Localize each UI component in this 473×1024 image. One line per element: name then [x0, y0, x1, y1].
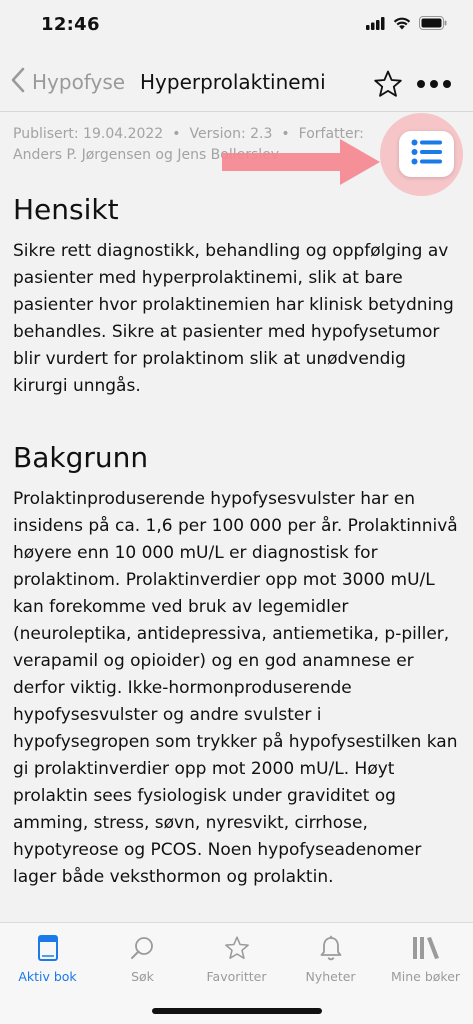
- tab-mine-boker[interactable]: Mine bøker: [378, 933, 473, 984]
- cellular-signal-icon: [366, 15, 385, 34]
- published-date: Publisert: 19.04.2022: [13, 126, 164, 142]
- more-button[interactable]: [417, 80, 451, 88]
- status-icons: [366, 15, 447, 34]
- bell-icon: [283, 933, 378, 963]
- arrow-annotation-icon: [222, 137, 382, 191]
- back-label: Hypofyse: [32, 70, 126, 94]
- section-bakgrunn: Bakgrunn Prolaktinproduserende hypofyses…: [13, 438, 461, 891]
- section-heading: Hensikt: [13, 193, 119, 226]
- table-of-contents-button[interactable]: [399, 131, 454, 177]
- section-text: Sikre rett diagnostikk, behandling og op…: [13, 241, 454, 396]
- tab-label: Mine bøker: [390, 969, 461, 984]
- tab-label: Aktiv bok: [18, 969, 77, 984]
- star-icon: [373, 70, 403, 103]
- tab-nyheter[interactable]: Nyheter: [283, 933, 378, 984]
- article-content: Hensikt Sikre rett diagnostikk, behandli…: [13, 190, 461, 891]
- tab-label: Søk: [131, 969, 154, 984]
- section-text: Prolaktinproduserende hypofysesvulster h…: [13, 489, 458, 887]
- more-dot-icon: [443, 80, 451, 88]
- more-dot-icon: [430, 80, 438, 88]
- tab-favoritter[interactable]: Favoritter: [189, 933, 284, 984]
- more-dot-icon: [417, 80, 425, 88]
- book-icon: [0, 933, 95, 963]
- favorite-button[interactable]: [373, 69, 403, 103]
- tab-aktiv-bok[interactable]: Aktiv bok: [0, 933, 95, 984]
- status-bar: 12:46: [0, 0, 473, 52]
- star-icon: [189, 933, 284, 963]
- list-icon: [411, 139, 443, 169]
- tab-sok[interactable]: Søk: [95, 933, 190, 984]
- battery-icon: [419, 15, 447, 34]
- section-heading: Bakgrunn: [13, 441, 149, 474]
- navigation-bar: Hypofyse Hyperprolaktinemi: [0, 52, 473, 112]
- search-icon: [95, 933, 190, 963]
- home-indicator: [152, 1008, 322, 1014]
- back-button[interactable]: Hypofyse: [10, 66, 125, 98]
- wifi-icon: [393, 15, 411, 34]
- library-icon: [378, 933, 473, 963]
- tab-label: Nyheter: [305, 969, 356, 984]
- section-hensikt: Hensikt Sikre rett diagnostikk, behandli…: [13, 190, 461, 400]
- chevron-left-icon: [10, 66, 26, 98]
- status-time: 12:46: [41, 14, 100, 35]
- tab-label: Favoritter: [206, 969, 267, 984]
- page-title: Hyperprolaktinemi: [140, 70, 326, 94]
